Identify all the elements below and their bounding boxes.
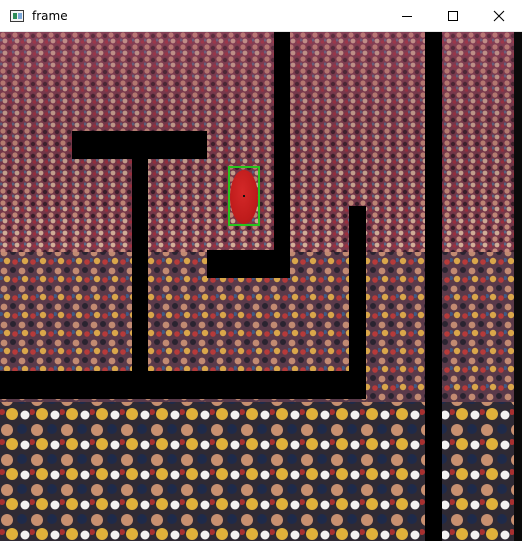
video-frame-canvas	[0, 32, 522, 541]
crowd-background	[0, 32, 522, 541]
maximize-icon	[448, 11, 458, 21]
maze-wall	[425, 32, 442, 541]
maze-wall	[274, 32, 290, 278]
maze-wall	[349, 206, 366, 399]
close-icon	[493, 10, 505, 22]
app-window-icon	[10, 9, 24, 22]
close-button[interactable]	[476, 0, 522, 32]
window-edge-strip	[514, 32, 522, 541]
detection-center-point	[243, 195, 245, 197]
maze-wall	[72, 131, 207, 159]
app-window: frame	[0, 0, 522, 541]
maze-wall	[0, 371, 366, 399]
minimize-icon	[402, 16, 412, 17]
maze-wall	[132, 159, 148, 399]
maze-wall	[207, 250, 290, 278]
minimize-button[interactable]	[384, 0, 430, 32]
title-bar[interactable]: frame	[0, 0, 522, 32]
maximize-button[interactable]	[430, 0, 476, 32]
window-controls	[384, 0, 522, 32]
window-title: frame	[32, 8, 68, 23]
